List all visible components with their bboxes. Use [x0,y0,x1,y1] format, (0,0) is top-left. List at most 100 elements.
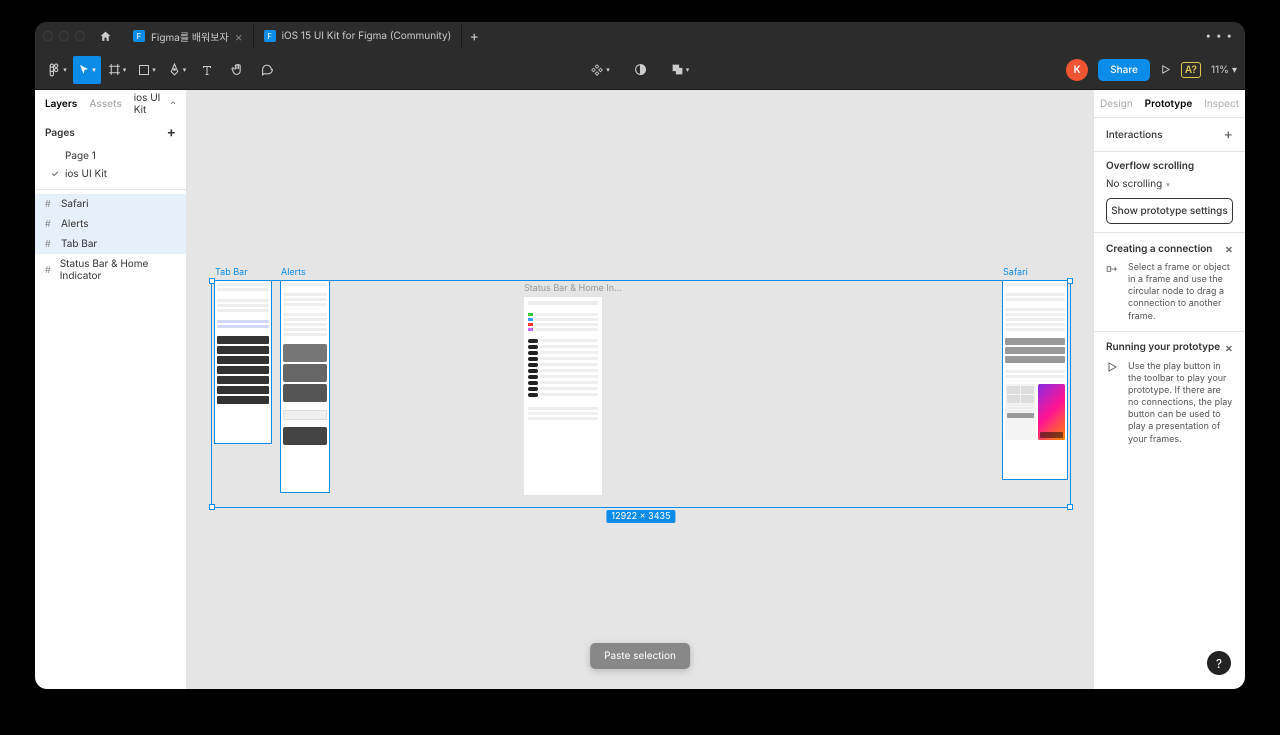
window-controls [43,31,85,41]
layers-list: # Safari # Alerts # Tab Bar # Status Bar… [35,189,186,689]
left-panel: Layers Assets ios UI Kit ⌃ Pages + Page … [35,90,187,689]
layers-tab[interactable]: Layers [45,98,77,110]
app-window: F Figma를 배워보자 × F iOS 15 UI Kit for Figm… [35,22,1245,689]
close-window-btn[interactable] [43,31,53,41]
home-button[interactable] [99,30,123,43]
new-tab-button[interactable]: + [462,28,486,45]
assets-tab[interactable]: Assets [89,98,121,110]
layer-label: Safari [61,198,89,210]
frame-status-bar[interactable]: Status Bar & Home In... [524,297,602,495]
add-page-button[interactable]: + [167,124,176,141]
chevron-down-icon: ▾ [1166,180,1170,189]
help-button[interactable]: ? [1207,651,1231,675]
layer-label: Alerts [61,218,89,230]
interactions-label: Interactions [1106,129,1163,141]
right-panel: Design Prototype Inspect Interactions + … [1093,90,1245,689]
overflow-dropdown[interactable]: No scrolling ▾ [1106,178,1233,190]
chevron-down-icon: ▾ [1232,64,1237,76]
text-tool[interactable] [193,56,221,84]
close-hint-button[interactable]: × [1225,241,1233,256]
figma-file-icon: F [133,30,145,42]
frame-label: Tab Bar [215,267,248,278]
component-tool[interactable]: ▾ [586,56,614,84]
hint-text: Select a frame or object in a frame and … [1128,262,1233,323]
show-prototype-settings-button[interactable]: Show prototype settings [1106,198,1233,224]
prototype-tab[interactable]: Prototype [1145,98,1193,110]
connection-icon [1106,262,1120,323]
pages-section: Pages + Page 1 ios UI Kit [35,118,186,189]
pen-tool[interactable]: ▾ [163,56,191,84]
play-icon [1106,361,1120,446]
tab-label: Figma를 배워보자 [151,29,229,44]
close-hint-button[interactable]: × [1225,340,1233,355]
main-menu-button[interactable]: ▾ [43,56,71,84]
move-tool[interactable]: ▾ [73,56,101,84]
frame-tab-bar[interactable]: Tab Bar [214,280,272,444]
file-tab-1[interactable]: F iOS 15 UI Kit for Figma (Community) [254,23,463,49]
overflow-label: Overflow scrolling [1106,160,1194,172]
resize-handle-bl[interactable] [209,504,215,510]
boolean-tool[interactable]: ▾ [666,56,694,84]
zoom-select[interactable]: 11% ▾ [1211,64,1237,76]
design-tab[interactable]: Design [1100,98,1133,110]
selection-dimensions: 12922 × 3435 [606,510,675,523]
frame-safari[interactable]: Safari [1002,280,1068,480]
layer-item-status-bar[interactable]: # Status Bar & Home Indicator [35,254,186,286]
right-panel-tabs: Design Prototype Inspect [1094,90,1245,118]
frame-preview [524,297,602,495]
page-selector[interactable]: ios UI Kit ⌃ [134,92,176,116]
share-button[interactable]: Share [1098,59,1150,81]
page-selector-label: ios UI Kit [134,92,168,116]
tab-bar: F Figma를 배워보자 × F iOS 15 UI Kit for Figm… [35,22,1245,50]
layer-item-alerts[interactable]: # Alerts [35,214,186,234]
mask-tool[interactable] [626,56,654,84]
user-avatar[interactable]: K [1066,59,1088,81]
frame-preview [281,281,329,492]
plugin-badge[interactable]: A? [1181,62,1201,78]
frame-icon: # [45,199,55,210]
frame-label: Alerts [281,267,306,278]
hint-title: Running your prototype [1106,341,1220,353]
layer-label: Tab Bar [61,238,97,250]
layer-item-tab-bar[interactable]: # Tab Bar [35,234,186,254]
left-panel-tabs: Layers Assets ios UI Kit ⌃ [35,90,186,118]
tool-group-left: ▾ ▾ ▾ ▾ ▾ [43,56,281,84]
layer-label: Status Bar & Home Indicator [60,258,176,282]
hint-text: Use the play button in the toolbar to pl… [1128,361,1233,446]
file-tab-0[interactable]: F Figma를 배워보자 × [123,23,254,49]
chevron-icon: ⌃ [171,100,176,109]
interactions-section: Interactions + [1094,118,1245,152]
tab-overflow-menu[interactable]: • • • [1206,30,1238,42]
tool-group-right: K Share A? 11% ▾ [1066,59,1237,81]
page-item-1[interactable]: ios UI Kit [45,165,176,183]
page-item-0[interactable]: Page 1 [45,147,176,165]
comment-tool[interactable] [253,56,281,84]
frame-preview [215,281,271,443]
layer-item-safari[interactable]: # Safari [35,194,186,214]
toast-notification: Paste selection [590,643,690,669]
present-button[interactable] [1160,64,1171,75]
tool-group-center: ▾ ▾ [586,56,694,84]
maximize-window-btn[interactable] [75,31,85,41]
minimize-window-btn[interactable] [59,31,69,41]
hand-tool[interactable] [223,56,251,84]
resize-handle-br[interactable] [1067,504,1073,510]
add-interaction-button[interactable]: + [1224,126,1233,143]
selection-box: 12922 × 3435 [211,280,1071,508]
frame-alerts[interactable]: Alerts [280,280,330,493]
canvas[interactable]: 12922 × 3435 Tab Bar [187,90,1093,689]
frame-tool[interactable]: ▾ [103,56,131,84]
hint-creating-connection: Creating a connection × Select a frame o… [1094,233,1245,332]
hint-title: Creating a connection [1106,243,1212,255]
frame-icon: # [45,239,55,250]
overflow-section: Overflow scrolling No scrolling ▾ Show p… [1094,152,1245,233]
pages-title: Pages [45,127,75,139]
main-area: Layers Assets ios UI Kit ⌃ Pages + Page … [35,90,1245,689]
frame-label: Status Bar & Home In... [524,283,622,294]
close-tab-icon[interactable]: × [235,29,243,44]
shape-tool[interactable]: ▾ [133,56,161,84]
figma-file-icon: F [264,30,276,42]
frame-icon: # [45,219,55,230]
hint-running-prototype: Running your prototype × Use the play bu… [1094,332,1245,454]
inspect-tab[interactable]: Inspect [1204,98,1239,110]
